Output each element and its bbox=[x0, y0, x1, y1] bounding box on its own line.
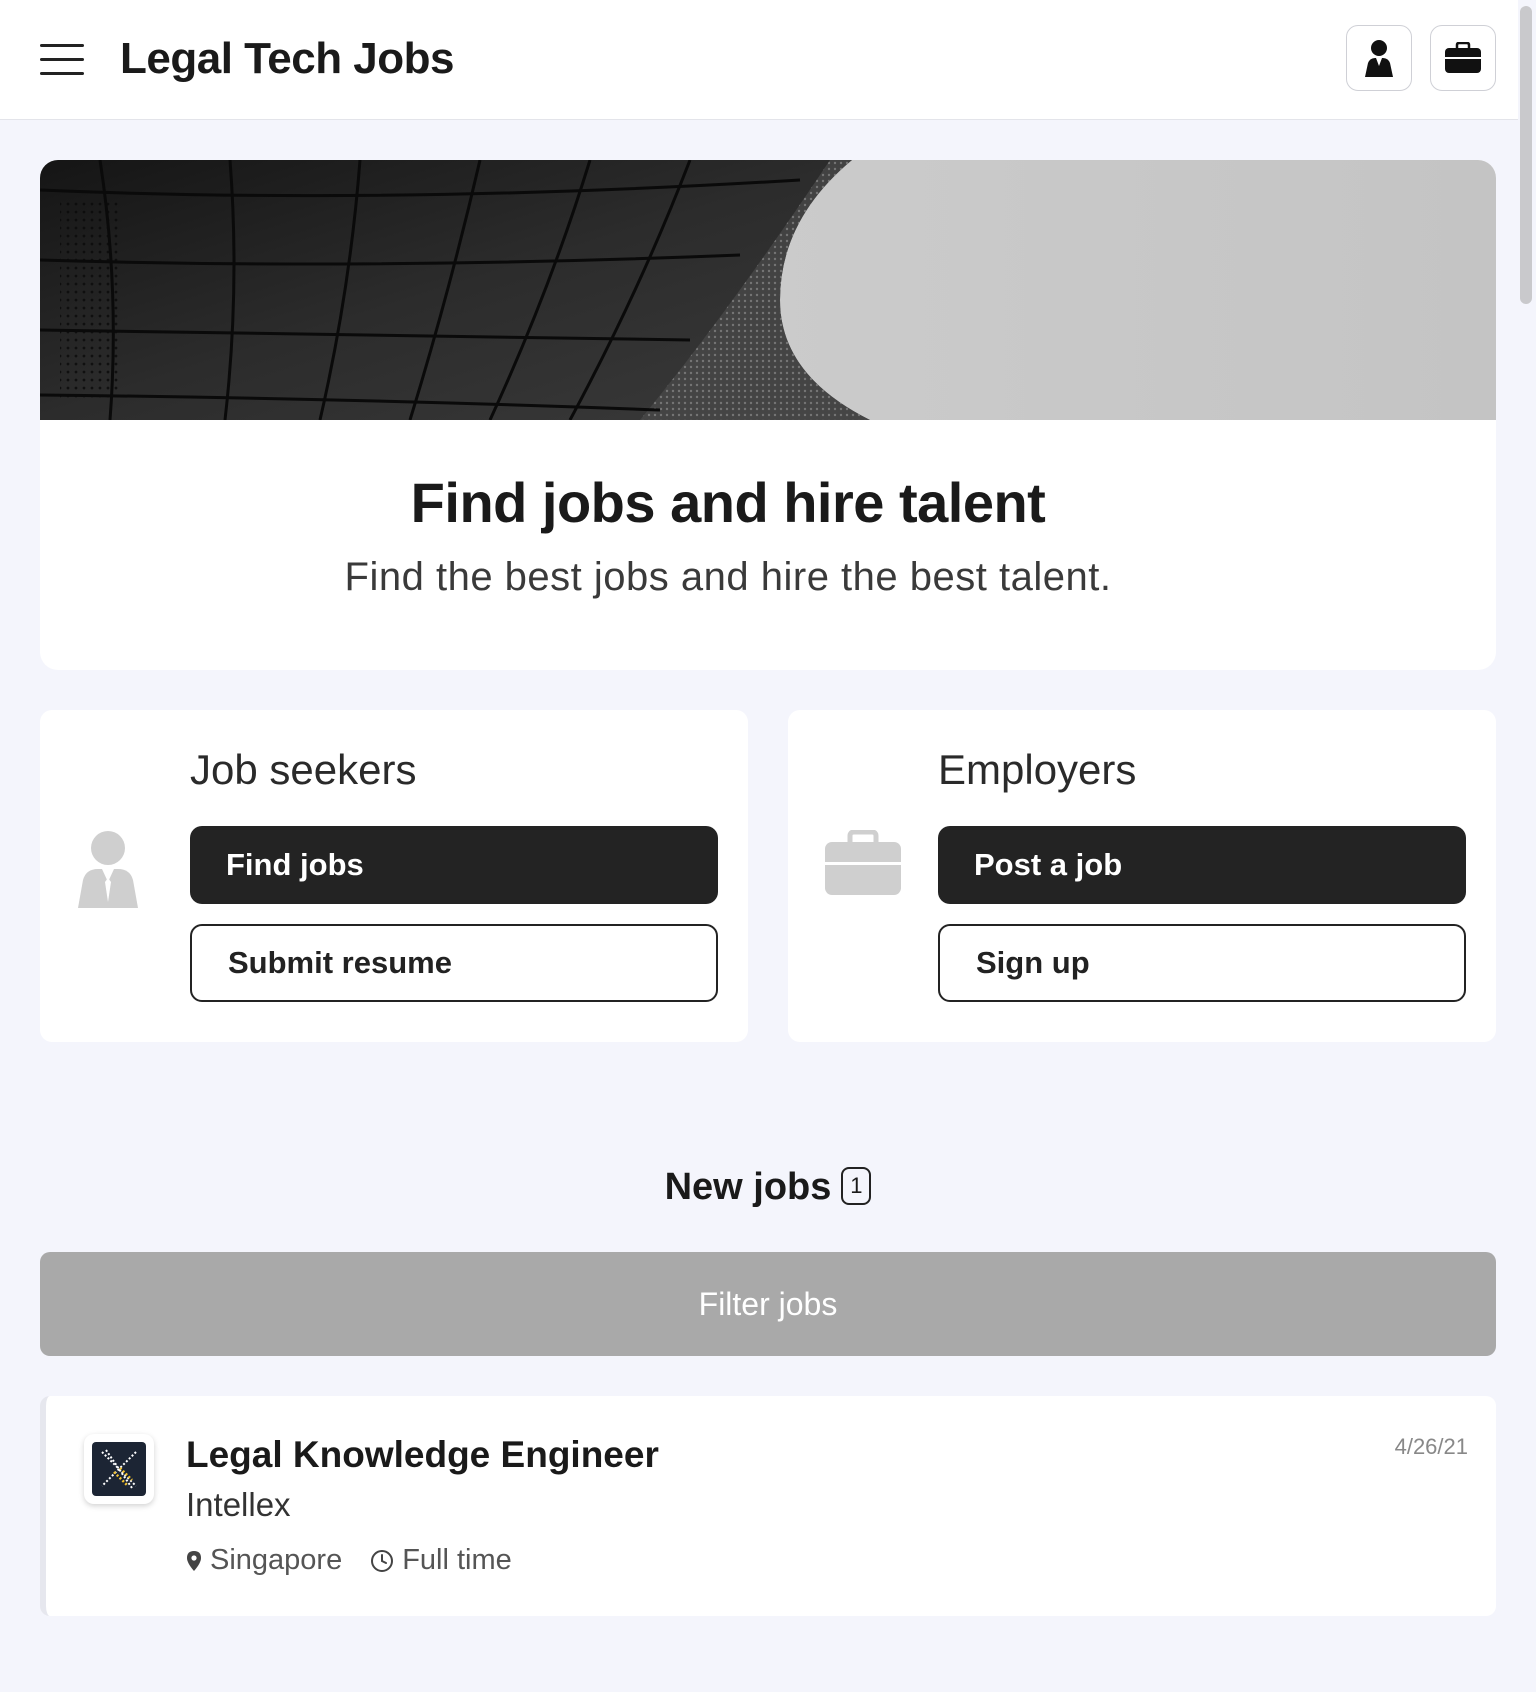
hamburger-menu-icon[interactable] bbox=[40, 42, 84, 78]
job-listing-card[interactable]: Legal Knowledge Engineer Intellex Singap… bbox=[40, 1396, 1496, 1616]
briefcase-icon bbox=[1445, 42, 1481, 73]
jobs-count-badge: 1 bbox=[841, 1166, 872, 1205]
find-jobs-button[interactable]: Find jobs bbox=[190, 826, 718, 904]
job-type-text: Full time bbox=[402, 1544, 512, 1576]
job-location-text: Singapore bbox=[210, 1544, 343, 1576]
top-bar: Legal Tech Jobs bbox=[0, 0, 1518, 120]
job-seeker-button[interactable] bbox=[1346, 25, 1412, 91]
hero-banner-image bbox=[40, 160, 1496, 420]
post-a-job-button[interactable]: Post a job bbox=[938, 826, 1466, 904]
site-title[interactable]: Legal Tech Jobs bbox=[120, 34, 455, 84]
job-meta: Singapore Full time bbox=[186, 1544, 540, 1577]
job-seekers-heading: Job seekers bbox=[190, 746, 417, 793]
person-icon bbox=[78, 831, 138, 908]
company-logo bbox=[84, 1434, 154, 1504]
sign-up-button[interactable]: Sign up bbox=[938, 924, 1466, 1002]
hero-title: Find jobs and hire talent bbox=[410, 471, 1046, 534]
job-location: Singapore bbox=[186, 1544, 342, 1577]
new-jobs-label: New jobs bbox=[664, 1166, 832, 1208]
clock-icon bbox=[371, 1549, 394, 1572]
employers-card: Employers Post a job Sign up bbox=[788, 710, 1496, 1042]
person-icon bbox=[1365, 40, 1393, 77]
new-jobs-heading: New jobs 1 bbox=[0, 1166, 1536, 1209]
scrollbar-thumb[interactable] bbox=[1520, 6, 1532, 304]
location-pin-icon bbox=[187, 1550, 201, 1571]
job-type: Full time bbox=[370, 1544, 512, 1577]
employer-button[interactable] bbox=[1430, 25, 1496, 91]
hero-subtitle: Find the best jobs and hire the best tal… bbox=[344, 555, 1112, 599]
briefcase-icon bbox=[825, 830, 901, 895]
filter-jobs-button[interactable]: Filter jobs bbox=[40, 1252, 1496, 1356]
job-company: Intellex bbox=[186, 1486, 291, 1523]
job-seekers-card: Job seekers Find jobs Submit resume bbox=[40, 710, 748, 1042]
employers-heading: Employers bbox=[938, 746, 1137, 793]
submit-resume-button[interactable]: Submit resume bbox=[190, 924, 718, 1002]
job-title[interactable]: Legal Knowledge Engineer bbox=[186, 1434, 659, 1476]
job-posted-date: 4/26/21 bbox=[1394, 1434, 1468, 1459]
